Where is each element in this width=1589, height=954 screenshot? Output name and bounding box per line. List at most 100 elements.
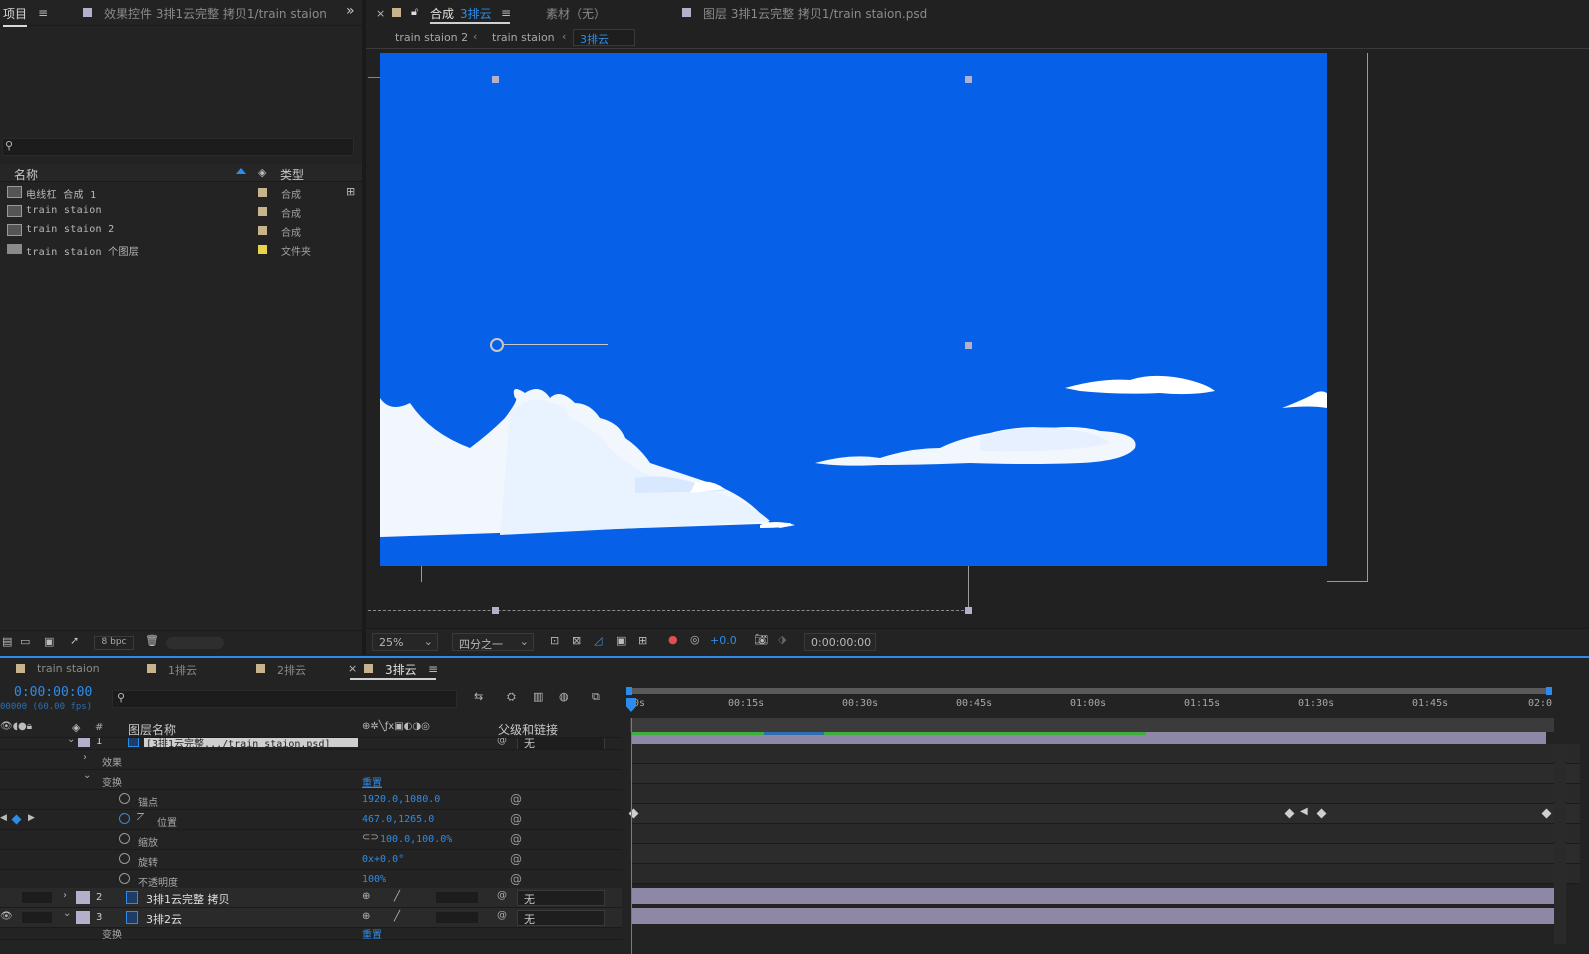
panel-menu-icon[interactable]: ≡	[428, 662, 438, 676]
work-area-bar[interactable]	[628, 688, 1552, 694]
stopwatch-icon[interactable]	[119, 793, 130, 804]
pickwhip-icon[interactable]: @	[497, 890, 507, 901]
keyframe-toggle-icon[interactable]	[11, 814, 22, 825]
transform-handle[interactable]	[492, 76, 499, 83]
timeline-tab-active[interactable]: 3排云	[385, 661, 417, 678]
timeline-search-input[interactable]: ⚲	[112, 690, 457, 708]
panel-menu-icon[interactable]: ≡	[38, 6, 48, 20]
layer-row[interactable]: ⌄ 1 [3排1云完整.../train staion.psd] @ 无	[0, 738, 622, 750]
column-parent[interactable]: 父级和链接	[498, 721, 558, 738]
layer-name[interactable]: 3排1云完整 拷贝	[146, 891, 230, 907]
stopwatch-icon[interactable]	[119, 853, 130, 864]
chevron-right-icon[interactable]: ›	[63, 890, 67, 901]
property-value[interactable]: 0x+0.0°	[362, 854, 404, 865]
tab-composition-label[interactable]: 合成	[430, 5, 454, 22]
chevron-down-icon[interactable]: ⌄	[63, 908, 71, 919]
reset-link[interactable]: 重置	[362, 928, 382, 939]
pickwhip-spiral-icon[interactable]: @	[510, 792, 522, 806]
project-item[interactable]: 电线杠 合成 1 合成 ⊞	[0, 183, 362, 202]
current-time[interactable]: 0:00:00:00	[14, 685, 92, 700]
mask-visibility-icon[interactable]: ◿	[594, 634, 602, 647]
exposure-value[interactable]: +0.0	[710, 634, 737, 647]
timeline-tab[interactable]: 1排云	[168, 662, 197, 678]
region-of-interest-icon[interactable]: ▣	[616, 634, 626, 647]
parent-dropdown[interactable]: 无	[517, 890, 605, 906]
vertical-scrollbar[interactable]	[1554, 744, 1566, 944]
anchor-point-icon[interactable]	[490, 338, 504, 352]
property-row[interactable]: 锚点 1920.0,1080.0 @	[0, 790, 622, 810]
parent-dropdown[interactable]: 无	[517, 910, 605, 926]
transform-group-row[interactable]: ⌄ 变换 重置	[0, 770, 622, 790]
grid-guides-icon[interactable]: ⊞	[638, 634, 647, 647]
trash-icon[interactable]: 🗑	[145, 634, 159, 647]
constrain-proportions-icon[interactable]: ⊂⊃	[362, 832, 379, 843]
prev-keyframe-icon[interactable]: ◀	[0, 813, 7, 823]
layer-duration-bar[interactable]	[632, 908, 1554, 924]
label-swatch[interactable]	[258, 226, 267, 235]
color-channels-icon[interactable]: ●	[668, 633, 678, 646]
stopwatch-icon[interactable]	[119, 833, 130, 844]
layer-name-field[interactable]: [3排1云完整.../train staion.psd]	[144, 738, 358, 747]
zoom-dropdown[interactable]: 25% ⌄	[372, 633, 438, 651]
bit-depth-button[interactable]: 8 bpc	[94, 636, 134, 650]
label-swatch[interactable]	[78, 738, 90, 747]
pickwhip-icon[interactable]: @	[497, 738, 507, 746]
property-value[interactable]: 1920.0,1080.0	[362, 794, 440, 805]
pickwhip-spiral-icon[interactable]: @	[510, 832, 522, 846]
reset-link[interactable]: 重置	[362, 774, 382, 789]
keyframe[interactable]	[1541, 808, 1552, 819]
composition-canvas[interactable]	[380, 53, 1327, 566]
transparency-grid-icon[interactable]: ⊠	[572, 634, 581, 647]
shy-switch-icon[interactable]: ⊕	[362, 891, 370, 902]
tab-project[interactable]: 项目	[3, 5, 28, 27]
layer-row[interactable]: 👁︎ ⌄ 3 3排2云 ⊕ ╱ @ 无	[0, 908, 622, 928]
column-type[interactable]: 类型	[280, 166, 304, 183]
resolution-dropdown[interactable]: 四分之一 ⌄	[452, 633, 534, 651]
project-item[interactable]: train staion 合成	[0, 202, 362, 221]
label-swatch[interactable]	[76, 911, 90, 924]
flowchart-icon[interactable]: ⊞	[346, 185, 355, 198]
property-row[interactable]: 不透明度 100% @	[0, 870, 622, 890]
tab-effect-controls[interactable]: 效果控件 3排1云完整 拷贝1/train staion.	[104, 5, 326, 22]
keyframe[interactable]	[1316, 808, 1327, 819]
panel-overflow-icon[interactable]: »	[346, 3, 355, 19]
timeline-tab[interactable]: train staion	[37, 662, 100, 675]
label-swatch[interactable]	[76, 891, 90, 904]
project-item[interactable]: train staion 个图层 文件夹	[0, 240, 362, 259]
transform-handle[interactable]	[965, 607, 972, 614]
column-layer-name[interactable]: 图层名称	[128, 721, 176, 738]
sort-ascending-icon[interactable]	[236, 168, 246, 174]
transform-handle[interactable]	[965, 76, 972, 83]
stopwatch-active-icon[interactable]	[119, 813, 130, 824]
project-item[interactable]: train staion 2 合成	[0, 221, 362, 240]
property-value[interactable]: 100%	[362, 874, 386, 885]
comp-flowchart-icon[interactable]: ⇆	[474, 690, 483, 703]
parent-dropdown[interactable]: 无	[517, 738, 605, 749]
project-search-input[interactable]: ⚲	[2, 138, 354, 156]
shy-switch-icon[interactable]: ⊕	[362, 911, 370, 922]
render-queue-icon[interactable]: ➚	[70, 634, 79, 647]
solo-lock-switches[interactable]	[22, 892, 52, 903]
fast-preview-icon[interactable]: ⊡	[550, 634, 559, 647]
switches-icons[interactable]: ⊕✲╲ƒx▣◐◑◎	[362, 721, 430, 732]
quality-switch-icon[interactable]: ╱	[394, 911, 400, 922]
close-tab-icon[interactable]: ×	[376, 7, 385, 20]
pickwhip-icon[interactable]: @	[497, 910, 507, 921]
transform-handle[interactable]	[492, 607, 499, 614]
breadcrumb-item[interactable]: train staion	[492, 31, 555, 44]
transform-group-row[interactable]: 变换 重置	[0, 928, 622, 940]
transform-handle[interactable]	[965, 342, 972, 349]
panel-menu-icon[interactable]: ≡	[501, 6, 511, 20]
new-folder-icon[interactable]: ▭	[20, 635, 30, 648]
layer-row[interactable]: › 2 3排1云完整 拷贝 ⊕ ╱ @ 无	[0, 888, 622, 908]
work-area-start-handle[interactable]	[626, 687, 632, 695]
tab-footage[interactable]: 素材（无）	[546, 5, 606, 22]
motion-blur-icon[interactable]: ◍	[559, 690, 569, 703]
column-name[interactable]: 名称	[14, 166, 38, 183]
eye-icon[interactable]: 👁︎	[0, 911, 13, 922]
shy-layers-icon[interactable]: ⛭	[507, 690, 516, 704]
pickwhip-spiral-icon[interactable]: @	[510, 812, 522, 826]
property-row[interactable]: 缩放 ⊂⊃ 100.0,100.0% @	[0, 830, 622, 850]
av-features-icons[interactable]: 👁︎◖●🔒︎	[0, 721, 32, 732]
quality-switch-icon[interactable]: ╱	[394, 891, 400, 902]
